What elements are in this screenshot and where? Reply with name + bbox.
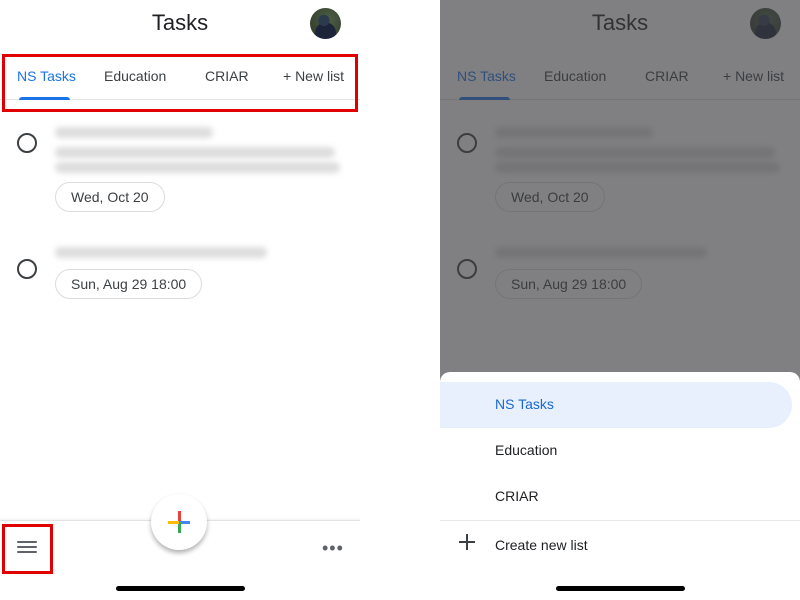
complete-checkbox[interactable]: [17, 133, 37, 153]
task-details-blurred: [55, 162, 340, 173]
sheet-item-label: CRIAR: [495, 488, 539, 504]
account-avatar[interactable]: [310, 8, 341, 39]
sheet-item-ns-tasks[interactable]: NS Tasks: [440, 382, 792, 428]
home-indicator: [116, 586, 245, 591]
multicolor-plus-icon: [168, 511, 190, 533]
sheet-item-label: Education: [495, 442, 558, 458]
add-task-button[interactable]: [151, 494, 207, 550]
create-new-list-button[interactable]: Create new list: [440, 524, 800, 564]
list-tabs: NS Tasks Education CRIAR + New list: [0, 60, 360, 100]
sheet-item-criar[interactable]: CRIAR: [440, 474, 792, 520]
tab-education[interactable]: Education: [104, 68, 166, 84]
plus-icon: [457, 532, 477, 552]
app-title: Tasks: [151, 10, 209, 35]
tasks-screen-main: Tasks NS Tasks Education CRIAR + New lis…: [0, 0, 360, 600]
sheet-item-label: NS Tasks: [495, 396, 554, 412]
list-picker-sheet: NS Tasks Education CRIAR Create new list: [440, 372, 800, 600]
new-list-tab[interactable]: + New list: [283, 68, 344, 84]
home-indicator: [556, 586, 685, 591]
more-options-icon[interactable]: •••: [322, 539, 346, 557]
tasks-screen-list-sheet: Tasks NS Tasks Education CRIAR + New lis…: [440, 0, 800, 600]
active-tab-indicator: [19, 97, 70, 100]
complete-checkbox[interactable]: [17, 259, 37, 279]
hamburger-menu-icon[interactable]: [17, 541, 37, 557]
due-date-chip[interactable]: Sun, Aug 29 18:00: [55, 269, 203, 299]
sheet-item-education[interactable]: Education: [440, 428, 792, 474]
tab-ns-tasks[interactable]: NS Tasks: [17, 68, 76, 84]
sheet-divider: [440, 520, 800, 521]
task-title-blurred: [55, 247, 267, 258]
create-new-list-label: Create new list: [495, 537, 588, 553]
due-date-chip[interactable]: Wed, Oct 20: [55, 182, 165, 212]
task-details-blurred: [55, 147, 335, 158]
tab-criar[interactable]: CRIAR: [205, 68, 249, 84]
task-title-blurred: [55, 127, 213, 138]
